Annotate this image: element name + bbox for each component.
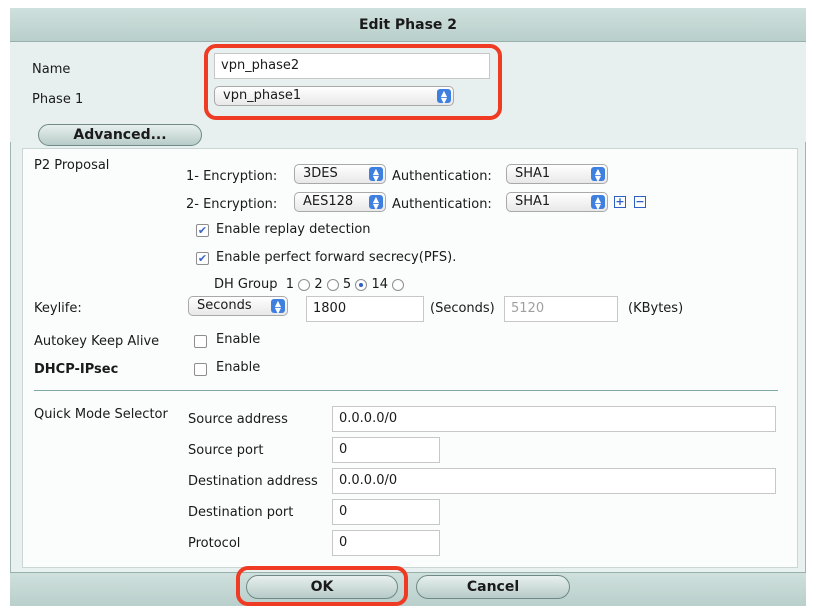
dhcp-ipsec-enable-label: Enable: [216, 360, 261, 375]
remove-proposal-icon[interactable]: −: [634, 196, 646, 208]
authentication-1-label: Authentication:: [392, 169, 492, 184]
encryption-2-label: 2- Encryption:: [186, 197, 278, 212]
name-label: Name: [32, 62, 71, 77]
protocol-input[interactable]: 0: [332, 530, 440, 556]
keylife-kbytes-label: (KBytes): [628, 301, 684, 316]
encryption-2-select[interactable]: AES128 ▲ ▼: [294, 192, 386, 212]
destination-address-label: Destination address: [188, 474, 318, 489]
authentication-2-label: Authentication:: [392, 197, 492, 212]
dh-group-2-radio[interactable]: [326, 278, 339, 291]
protocol-label: Protocol: [188, 536, 241, 551]
pfs-checkbox[interactable]: ✔: [196, 252, 209, 265]
chevron-updown-icon: ▲ ▼: [271, 299, 285, 315]
highlight-ok-button: [236, 566, 408, 606]
dialog-footer: [10, 572, 806, 606]
authentication-1-value: SHA1: [515, 166, 551, 181]
destination-port-input[interactable]: 0: [332, 499, 440, 525]
dh-group-2-label: 2: [314, 277, 323, 292]
destination-port-label: Destination port: [188, 505, 294, 520]
destination-address-input[interactable]: 0.0.0.0/0: [332, 468, 776, 494]
replay-detection-label: Enable replay detection: [216, 222, 371, 237]
dh-group-row: DH Group 1 2 5 14: [214, 277, 405, 292]
authentication-2-value: SHA1: [515, 194, 551, 209]
encryption-2-value: AES128: [303, 194, 354, 209]
encryption-1-value: 3DES: [303, 166, 338, 181]
source-address-input[interactable]: 0.0.0.0/0: [332, 406, 776, 432]
chevron-updown-icon: ▲ ▼: [369, 195, 383, 211]
chevron-updown-icon: ▲ ▼: [591, 167, 605, 183]
dh-group-1-label: 1: [285, 277, 295, 292]
autokey-label: Autokey Keep Alive: [34, 334, 160, 349]
keylife-unit-select[interactable]: Seconds ▲ ▼: [188, 296, 288, 316]
quick-mode-label: Quick Mode Selector: [34, 407, 168, 422]
dh-group-5-label: 5: [342, 277, 352, 292]
highlight-name-phase1: [204, 44, 502, 120]
keylife-seconds-input[interactable]: 1800: [306, 296, 424, 322]
autokey-checkbox[interactable]: [194, 335, 207, 348]
chevron-updown-icon: ▲ ▼: [591, 195, 605, 211]
dh-group-1-radio[interactable]: [298, 278, 311, 291]
pfs-label: Enable perfect forward secrecy(PFS).: [216, 250, 457, 265]
section-divider: [34, 390, 778, 391]
dhcp-ipsec-label: DHCP-IPsec: [34, 362, 119, 377]
keylife-kbytes-input[interactable]: 5120: [504, 296, 618, 322]
keylife-seconds-label: (Seconds): [430, 301, 495, 316]
encryption-1-label: 1- Encryption:: [186, 169, 278, 184]
replay-detection-checkbox[interactable]: ✔: [196, 224, 209, 237]
encryption-1-select[interactable]: 3DES ▲ ▼: [294, 164, 386, 184]
phase1-label: Phase 1: [32, 92, 84, 107]
dh-group-14-radio[interactable]: [392, 278, 405, 291]
authentication-1-select[interactable]: SHA1 ▲ ▼: [506, 164, 608, 184]
dh-group-14-label: 14: [371, 277, 388, 292]
p2-proposal-label: P2 Proposal: [34, 158, 110, 173]
dhcp-ipsec-checkbox[interactable]: [194, 363, 207, 376]
keylife-unit-value: Seconds: [197, 298, 252, 313]
source-address-label: Source address: [188, 412, 288, 427]
autokey-enable-label: Enable: [216, 332, 261, 347]
keylife-label: Keylife:: [34, 301, 82, 316]
chevron-updown-icon: ▲ ▼: [369, 167, 383, 183]
authentication-2-select[interactable]: SHA1 ▲ ▼: [506, 192, 608, 212]
dialog-title: Edit Phase 2: [10, 8, 806, 42]
add-proposal-icon[interactable]: +: [614, 196, 626, 208]
source-port-input[interactable]: 0: [332, 437, 440, 463]
source-port-label: Source port: [188, 443, 264, 458]
cancel-button[interactable]: Cancel: [416, 575, 570, 599]
advanced-button[interactable]: Advanced...: [38, 124, 202, 146]
dh-group-5-radio[interactable]: [355, 278, 368, 291]
dh-group-label: DH Group: [214, 277, 278, 292]
